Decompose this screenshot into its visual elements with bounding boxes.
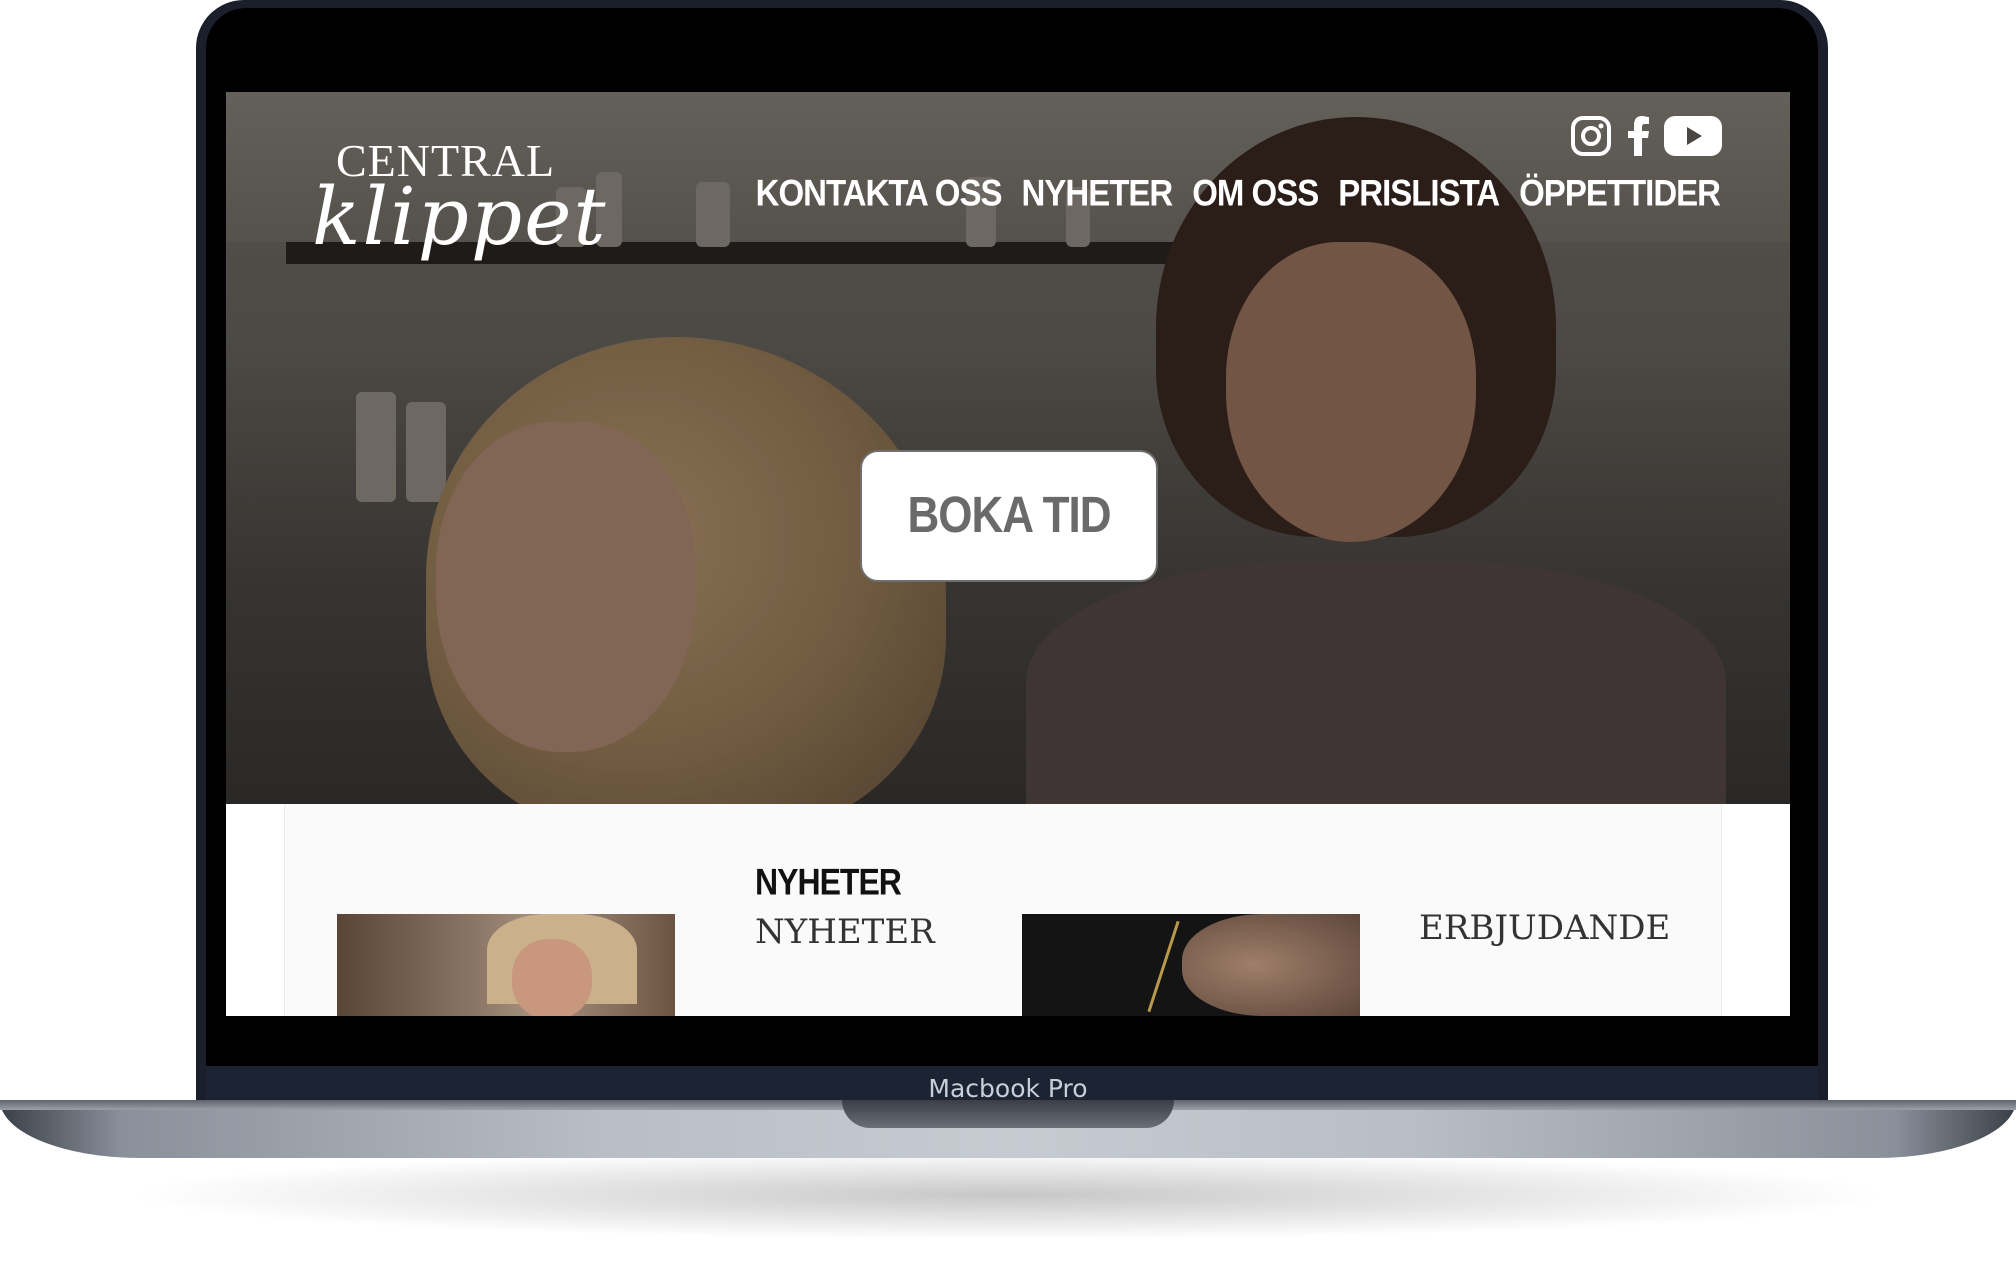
news-thumbnail[interactable]: [337, 914, 675, 1016]
offers-title[interactable]: ERBJUDANDE: [1419, 908, 1670, 948]
instagram-icon[interactable]: [1570, 115, 1612, 157]
thumb-chain: [1147, 920, 1180, 1013]
laptop-notch: [842, 1100, 1174, 1128]
nav-prislista[interactable]: PRISLISTA: [1338, 172, 1500, 215]
news-kicker: NYHETER: [755, 861, 902, 903]
news-title[interactable]: NYHETER: [755, 912, 935, 952]
book-appointment-label: BOKA TID: [907, 487, 1111, 544]
logo-line2: klippet: [312, 170, 608, 263]
hero-section: CENTRAL klippet KONTAKTA OSS NYHETER OM …: [226, 92, 1790, 804]
youtube-icon[interactable]: [1664, 116, 1722, 156]
news-kicker-text: NYHETER: [755, 861, 902, 903]
offer-thumbnail[interactable]: [1022, 914, 1360, 1016]
nav-oppettider[interactable]: ÖPPETTIDER: [1519, 172, 1721, 215]
laptop-shadow: [120, 1150, 1896, 1240]
social-links: [1570, 112, 1722, 160]
nav-kontakta-oss[interactable]: KONTAKTA OSS: [756, 172, 1003, 215]
site-logo[interactable]: CENTRAL klippet: [312, 134, 612, 294]
thumb-face: [512, 939, 592, 1016]
thumb-beard: [1182, 914, 1360, 1016]
nav-nyheter[interactable]: NYHETER: [1022, 172, 1174, 215]
website-screen: CENTRAL klippet KONTAKTA OSS NYHETER OM …: [226, 92, 1790, 1016]
nav-om-oss[interactable]: OM OSS: [1192, 172, 1319, 215]
content-section: NYHETER NYHETER ERBJUDANDE: [284, 804, 1722, 1016]
main-nav: KONTAKTA OSS NYHETER OM OSS PRISLISTA ÖP…: [756, 172, 1721, 215]
facebook-icon[interactable]: [1626, 116, 1650, 156]
book-appointment-button[interactable]: BOKA TID: [860, 450, 1158, 582]
